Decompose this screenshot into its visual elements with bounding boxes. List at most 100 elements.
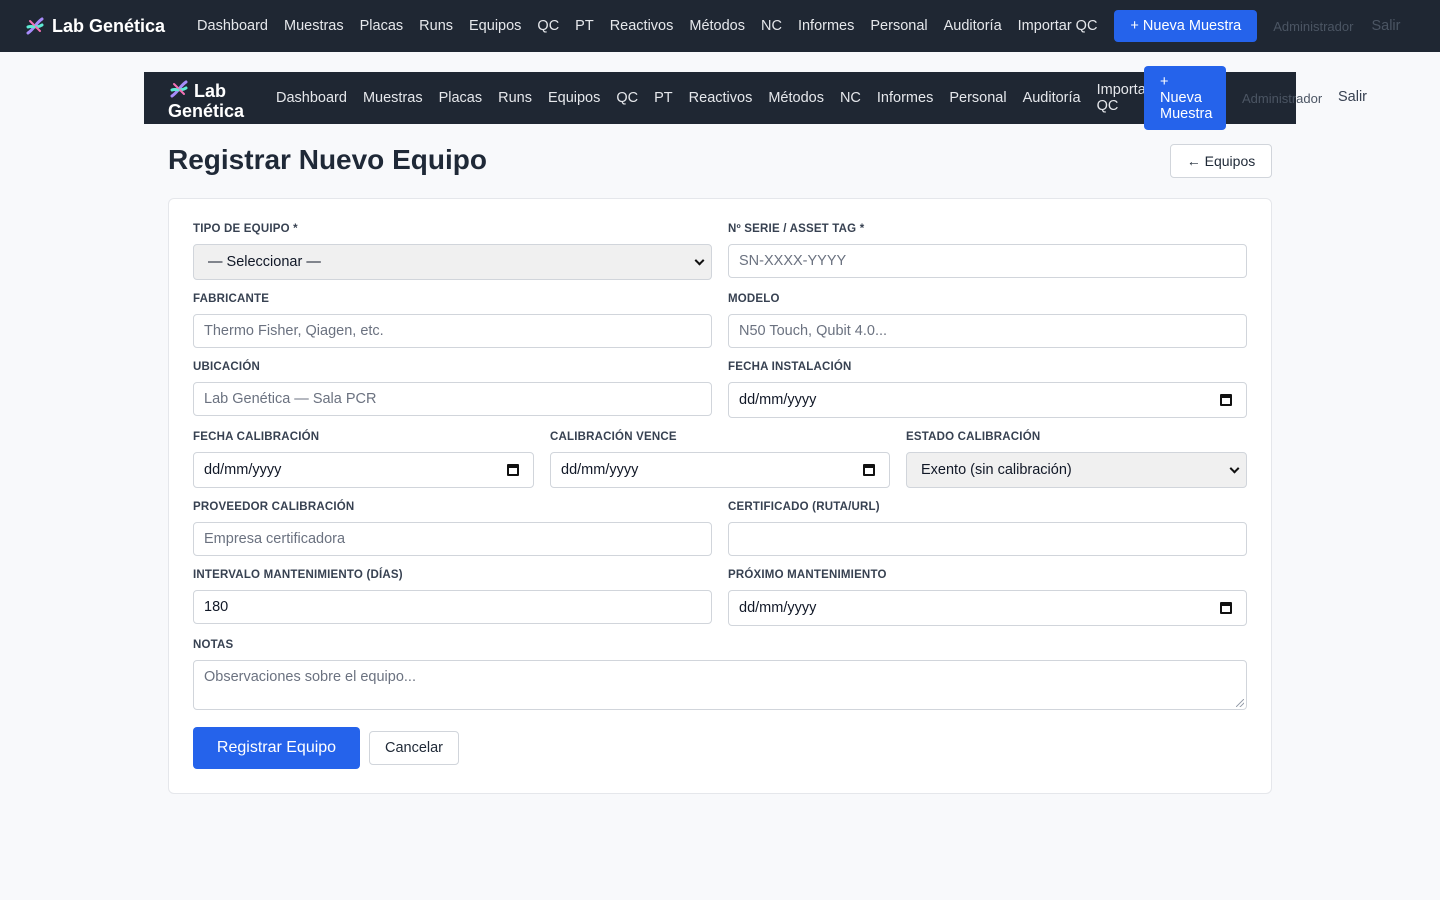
equipment-form-card: Tipo de Equipo * — Seleccionar — Nº Seri…	[168, 198, 1272, 794]
notas-field: Notas Observaciones sobre el equipo...	[193, 639, 1247, 710]
inner-import-line2: QC	[1096, 98, 1119, 114]
nav-muestras[interactable]: Muestras	[284, 18, 344, 34]
inner-nav-equipos[interactable]: Equipos	[548, 90, 600, 106]
certificado-label: Certificado (Ruta/URL)	[728, 501, 880, 513]
top-navbar: Lab Genética Dashboard Muestras Placas R…	[0, 0, 1440, 52]
new-sample-button[interactable]: + Nueva Muestra	[1114, 10, 1258, 42]
ubicacion-field: Ubicación Lab Genética — Sala PCR	[193, 361, 712, 416]
inner-nav-personal[interactable]: Personal	[949, 90, 1006, 106]
estado-calibracion-select[interactable]: Exento (sin calibración)	[906, 452, 1247, 488]
nav-runs[interactable]: Runs	[419, 18, 453, 34]
estado-calibracion-label: Estado Calibración	[906, 431, 1041, 443]
nav-qc[interactable]: QC	[537, 18, 559, 34]
fecha-instalacion-label: Fecha Instalación	[728, 361, 852, 373]
nav-auditoria[interactable]: Auditoría	[944, 18, 1002, 34]
proveedor-input[interactable]: Empresa certificadora	[193, 522, 712, 556]
tipo-value: — Seleccionar —	[208, 254, 321, 270]
inner-nav-pt[interactable]: PT	[654, 90, 673, 106]
notas-placeholder: Observaciones sobre el equipo...	[204, 669, 416, 685]
nav-nc[interactable]: NC	[761, 18, 782, 34]
dna-icon	[170, 80, 188, 98]
fecha-instalacion-field: Fecha Instalación dd/mm/yyyy	[728, 361, 1247, 418]
calendar-icon[interactable]	[1220, 394, 1232, 406]
nav-placas[interactable]: Placas	[360, 18, 404, 34]
calendar-icon[interactable]	[863, 464, 875, 476]
nav-metodos[interactable]: Métodos	[689, 18, 745, 34]
inner-brand-line1: Lab	[194, 81, 227, 101]
inner-brand-link[interactable]: Lab Genética	[168, 78, 244, 121]
logout-link[interactable]: Salir	[1371, 18, 1400, 34]
inner-new-line2: Nueva	[1160, 90, 1202, 106]
inner-new-sample-button[interactable]: + Nueva Muestra	[1144, 66, 1226, 130]
calendar-icon[interactable]	[507, 464, 519, 476]
inner-user-name: Administrador	[1242, 91, 1323, 106]
calibracion-vence-input[interactable]: dd/mm/yyyy	[550, 452, 890, 488]
brand-name: Lab Genética	[52, 15, 166, 36]
tipo-select[interactable]: — Seleccionar —	[193, 244, 712, 280]
calibracion-vence-label: Calibración Vence	[550, 431, 677, 443]
inner-nav-reactivos[interactable]: Reactivos	[689, 90, 753, 106]
nav-pt[interactable]: PT	[575, 18, 594, 34]
inner-nav-importar-qc[interactable]: Importar QC	[1097, 82, 1151, 114]
serie-input[interactable]: SN-XXXX-YYYY	[728, 244, 1247, 278]
resize-handle-icon[interactable]	[1236, 699, 1244, 707]
proveedor-field: Proveedor Calibración Empresa certificad…	[193, 501, 712, 556]
nav-equipos[interactable]: Equipos	[469, 18, 521, 34]
nav-informes[interactable]: Informes	[798, 18, 854, 34]
intervalo-label: Intervalo Mantenimiento (Días)	[193, 569, 403, 581]
back-to-equipos-button[interactable]: ← Equipos	[1170, 144, 1272, 178]
calibracion-vence-field: Calibración Vence dd/mm/yyyy	[550, 431, 890, 488]
proximo-value: dd/mm/yyyy	[739, 600, 817, 616]
dna-icon	[26, 17, 44, 35]
fecha-instalacion-input[interactable]: dd/mm/yyyy	[728, 382, 1247, 418]
ubicacion-input[interactable]: Lab Genética — Sala PCR	[193, 382, 712, 416]
cancel-button[interactable]: Cancelar	[369, 731, 459, 765]
proximo-field: Próximo Mantenimiento dd/mm/yyyy	[728, 569, 1247, 626]
inner-logout-link[interactable]: Salir	[1338, 89, 1367, 105]
nav-reactivos[interactable]: Reactivos	[610, 18, 674, 34]
nav-personal[interactable]: Personal	[870, 18, 927, 34]
intervalo-field: Intervalo Mantenimiento (Días) 180	[193, 569, 712, 624]
fecha-calibracion-label: Fecha Calibración	[193, 431, 320, 443]
inner-navbar: Lab Genética Dashboard Muestras Placas R…	[144, 66, 1367, 130]
calendar-icon[interactable]	[1220, 602, 1232, 614]
intervalo-input[interactable]: 180	[193, 590, 712, 624]
inner-nav-muestras[interactable]: Muestras	[363, 90, 423, 106]
inner-new-line1: +	[1160, 74, 1169, 90]
inner-nav-nc[interactable]: NC	[840, 90, 861, 106]
estado-calibracion-value: Exento (sin calibración)	[921, 462, 1072, 478]
modelo-field: Modelo N50 Touch, Qubit 4.0...	[728, 293, 1247, 348]
inner-nav-placas[interactable]: Placas	[439, 90, 483, 106]
ubicacion-label: Ubicación	[193, 361, 260, 373]
inner-nav-qc[interactable]: QC	[616, 90, 638, 106]
nav-dashboard[interactable]: Dashboard	[197, 18, 268, 34]
register-equipment-button[interactable]: Registrar Equipo	[193, 727, 360, 769]
modelo-input[interactable]: N50 Touch, Qubit 4.0...	[728, 314, 1247, 348]
tipo-label: Tipo de Equipo *	[193, 223, 298, 235]
brand-link[interactable]: Lab Genética	[24, 15, 165, 37]
fecha-calibracion-field: Fecha Calibración dd/mm/yyyy	[193, 431, 534, 488]
inner-nav-metodos[interactable]: Métodos	[768, 90, 824, 106]
fabricante-label: Fabricante	[193, 293, 270, 305]
inner-nav-auditoria[interactable]: Auditoría	[1023, 90, 1081, 106]
modelo-placeholder: N50 Touch, Qubit 4.0...	[739, 323, 888, 339]
user-name: Administrador	[1273, 18, 1354, 34]
inner-nav-dashboard[interactable]: Dashboard	[276, 90, 347, 106]
inner-nav-informes[interactable]: Informes	[877, 90, 933, 106]
serie-label: Nº Serie / Asset Tag *	[728, 223, 865, 235]
proximo-input[interactable]: dd/mm/yyyy	[728, 590, 1247, 626]
fecha-calibracion-input[interactable]: dd/mm/yyyy	[193, 452, 534, 488]
certificado-input[interactable]	[728, 522, 1247, 556]
serie-placeholder: SN-XXXX-YYYY	[739, 253, 847, 269]
notas-textarea[interactable]: Observaciones sobre el equipo...	[193, 660, 1247, 710]
proveedor-label: Proveedor Calibración	[193, 501, 355, 513]
inner-nav-runs[interactable]: Runs	[498, 90, 532, 106]
fabricante-input[interactable]: Thermo Fisher, Qiagen, etc.	[193, 314, 712, 348]
fecha-calibracion-value: dd/mm/yyyy	[204, 462, 282, 478]
nav-importar-qc[interactable]: Importar QC	[1018, 18, 1098, 34]
serie-field: Nº Serie / Asset Tag * SN-XXXX-YYYY	[728, 223, 1247, 278]
chevron-down-icon	[1229, 463, 1240, 474]
nav-links: Dashboard Muestras Placas Runs Equipos Q…	[197, 10, 1400, 42]
fabricante-placeholder: Thermo Fisher, Qiagen, etc.	[204, 323, 384, 339]
estado-calibracion-field: Estado Calibración Exento (sin calibraci…	[906, 431, 1247, 488]
